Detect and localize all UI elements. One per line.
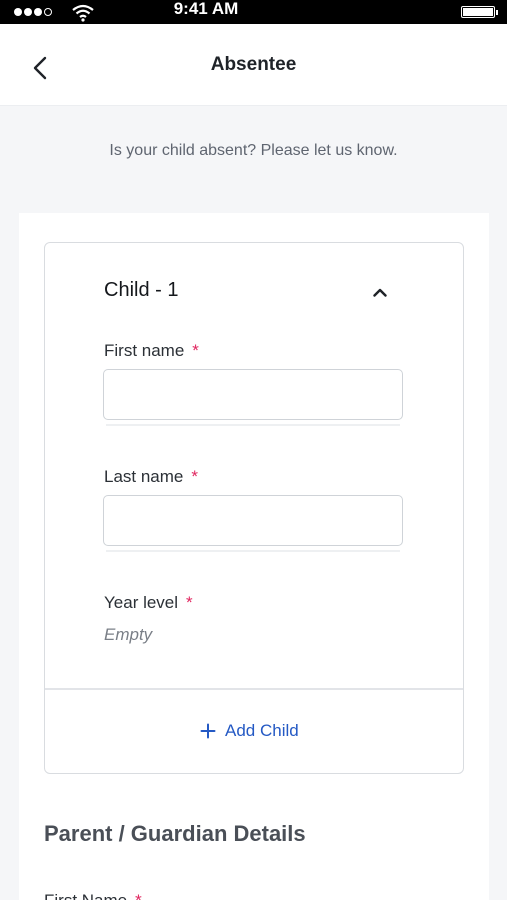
card-divider — [45, 688, 463, 690]
chevron-up-icon — [373, 288, 387, 297]
add-child-label: Add Child — [225, 721, 299, 740]
page-title: Absentee — [210, 54, 297, 75]
intro-text: Is your child absent? Please let us know… — [109, 142, 398, 159]
first-name-label-text: First name — [104, 341, 185, 360]
last-name-label-text: Last name — [104, 467, 184, 486]
required-mark: * — [191, 467, 199, 486]
plus-icon — [200, 723, 216, 739]
collapse-child-button[interactable] — [368, 280, 392, 304]
last-name-label: Last name * — [104, 467, 198, 487]
input-shadow — [106, 550, 400, 552]
status-time: 9:41 AM — [173, 0, 239, 18]
status-bar: 9:41 AM — [0, 0, 507, 24]
year-level-label: Year level * — [104, 593, 193, 613]
required-mark: * — [186, 593, 193, 612]
add-child-button[interactable]: Add Child — [200, 716, 299, 746]
parent-section-heading: Parent / Guardian Details — [44, 821, 306, 846]
battery-tip — [496, 10, 498, 15]
year-level-select[interactable]: Empty — [104, 625, 152, 645]
year-level-label-text: Year level — [104, 593, 179, 612]
input-shadow — [106, 424, 400, 426]
first-name-label: First name * — [104, 341, 199, 361]
first-name-input[interactable] — [103, 369, 403, 420]
parent-first-name-label: First Name * — [44, 891, 142, 900]
last-name-input[interactable] — [103, 495, 403, 546]
child-title: Child - 1 — [104, 279, 179, 301]
required-mark: * — [192, 341, 199, 360]
battery-icon — [461, 6, 495, 18]
parent-first-name-label-text: First Name — [44, 891, 127, 900]
required-mark: * — [135, 891, 142, 900]
nav-bar: Absentee — [0, 24, 507, 106]
